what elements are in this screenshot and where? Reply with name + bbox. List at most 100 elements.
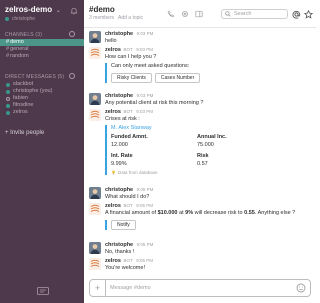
invite-people-link[interactable]: + Invite people bbox=[5, 130, 44, 136]
message-header: zelros BOT 9:03 PM bbox=[105, 109, 309, 115]
message-body: christophe 9:03 PM Any potential client … bbox=[105, 93, 309, 107]
message-body: christophe 9:05 PM No, thanks ! bbox=[105, 242, 309, 256]
dm-label: zelros bbox=[13, 109, 28, 115]
bell-icon[interactable] bbox=[70, 7, 78, 15]
main-pane: #demo 3 members Add a topic Search chris… bbox=[84, 0, 316, 303]
author-name[interactable]: christophe bbox=[105, 242, 133, 248]
channel-list: # demo # general # random bbox=[0, 39, 84, 60]
message-body: zelros BOT 9:03 PM How can I help you ? … bbox=[105, 47, 309, 83]
author-name[interactable]: zelros bbox=[105, 203, 121, 209]
avatar[interactable] bbox=[89, 93, 101, 105]
add-attachment-button[interactable]: + bbox=[90, 280, 106, 296]
channel-title[interactable]: #demo bbox=[89, 5, 115, 14]
avatar[interactable] bbox=[89, 47, 101, 59]
presence-icon bbox=[6, 89, 10, 94]
message-text: You're welcome! bbox=[105, 265, 145, 271]
slack-app: zelros-demo ⌄ christophe CHANNELS (3) # … bbox=[0, 0, 316, 303]
notify-button[interactable]: Notify bbox=[111, 220, 136, 230]
text-segment: A financial amount of bbox=[105, 210, 158, 216]
sidebar-item-christophe[interactable]: christophe (you) bbox=[0, 88, 84, 95]
timestamp[interactable]: 9:03 PM bbox=[137, 93, 154, 98]
sidebar-item-fitnsdine[interactable]: fitnsdine bbox=[0, 102, 84, 109]
mention-icon[interactable] bbox=[292, 10, 301, 19]
timestamp[interactable]: 9:05 PM bbox=[137, 187, 154, 192]
star-icon[interactable] bbox=[304, 10, 313, 19]
timestamp[interactable]: 9:05 PM bbox=[136, 203, 153, 208]
author-name[interactable]: zelros bbox=[105, 47, 121, 53]
bot-badge: BOT bbox=[123, 203, 133, 208]
timestamp[interactable]: 9:05 PM bbox=[137, 242, 154, 247]
dm-header[interactable]: DIRECT MESSAGES (5) bbox=[5, 73, 81, 80]
chevron-down-icon: ⌄ bbox=[55, 8, 61, 14]
sidebar-item-zelros[interactable]: zelros bbox=[0, 109, 84, 116]
sidebar-item-fabien[interactable]: fabien bbox=[0, 95, 84, 102]
message-text: How can I help you ? bbox=[105, 54, 157, 60]
timestamp[interactable]: 9:05 PM bbox=[136, 258, 153, 263]
message-header: christophe 9:03 PM bbox=[105, 93, 309, 99]
client-card: M. Alex Stanway Funded Amnt. Annual Inc.… bbox=[105, 125, 275, 175]
message-text: What should I do? bbox=[105, 194, 150, 200]
sidebar-item-demo[interactable]: # demo bbox=[0, 39, 84, 46]
author-name[interactable]: christophe bbox=[105, 93, 133, 99]
emoji-icon[interactable] bbox=[296, 283, 306, 293]
team-header[interactable]: zelros-demo ⌄ christophe bbox=[5, 5, 81, 27]
timestamp[interactable]: 9:03 PM bbox=[137, 31, 154, 36]
attachment-text: Can only meet asked questions: bbox=[111, 63, 190, 69]
avatar[interactable] bbox=[89, 242, 101, 254]
add-channel-icon[interactable] bbox=[69, 31, 75, 37]
channel-switcher-icon[interactable] bbox=[37, 287, 49, 295]
phone-icon[interactable] bbox=[167, 10, 175, 18]
message-header: zelros BOT 9:03 PM bbox=[105, 47, 309, 53]
member-count[interactable]: 3 members bbox=[89, 15, 114, 21]
author-name[interactable]: christophe bbox=[105, 187, 133, 193]
add-dm-icon[interactable] bbox=[69, 73, 75, 79]
search-input[interactable]: Search bbox=[221, 9, 288, 19]
bot-badge: BOT bbox=[123, 258, 133, 263]
timestamp[interactable]: 9:03 PM bbox=[136, 47, 153, 52]
avatar[interactable] bbox=[89, 203, 101, 215]
author-name[interactable]: zelros bbox=[105, 258, 121, 264]
avatar[interactable] bbox=[89, 109, 101, 121]
message-input[interactable]: Message #demo bbox=[106, 285, 296, 291]
dm-label: slackbot bbox=[13, 81, 34, 87]
attachment: Can only meet asked questions: Risky Cli… bbox=[105, 63, 309, 83]
message-text: hello bbox=[105, 38, 117, 44]
presence-icon bbox=[6, 110, 10, 115]
channel-topic[interactable]: Add a topic bbox=[118, 15, 143, 21]
gear-icon[interactable] bbox=[181, 10, 189, 18]
cases-number-button[interactable]: Cases Number bbox=[154, 73, 201, 83]
dm-label: christophe (you) bbox=[13, 88, 53, 94]
author-name[interactable]: zelros bbox=[105, 109, 121, 115]
message-body: zelros BOT 9:05 PM You're welcome! bbox=[105, 258, 309, 272]
search-icon bbox=[225, 11, 231, 17]
avatar[interactable] bbox=[89, 187, 101, 199]
sidebar-toggle-icon[interactable] bbox=[195, 10, 203, 18]
avatar[interactable] bbox=[89, 258, 101, 270]
bot-badge: BOT bbox=[123, 109, 133, 114]
channels-header[interactable]: CHANNELS (3) bbox=[5, 31, 81, 38]
message-body: zelros BOT 9:05 PM A financial amount of… bbox=[105, 203, 309, 230]
message-header: christophe 9:05 PM bbox=[105, 242, 309, 248]
presence-icon bbox=[6, 82, 10, 87]
presence-icon bbox=[6, 96, 10, 101]
amount-value: $10.000 bbox=[157, 210, 178, 216]
field-label: Annual Inc. bbox=[197, 134, 227, 140]
timestamp[interactable]: 9:03 PM bbox=[136, 109, 153, 114]
sidebar-item-slackbot[interactable]: slackbot bbox=[0, 81, 84, 88]
field-label: Funded Amnt. bbox=[111, 134, 148, 140]
sidebar-item-general[interactable]: # general bbox=[0, 46, 84, 53]
sidebar-item-random[interactable]: # random bbox=[0, 53, 84, 60]
risky-clients-button[interactable]: Risky Clients bbox=[111, 73, 152, 83]
client-fields: Funded Amnt. Annual Inc. 12.000 75.000 I… bbox=[111, 134, 275, 167]
client-name[interactable]: M. Alex Stanway bbox=[111, 125, 275, 131]
message-body: zelros BOT 9:03 PM Crises at risk : M. A… bbox=[105, 109, 309, 175]
author-name[interactable]: christophe bbox=[105, 31, 133, 37]
team-name: zelros-demo bbox=[5, 5, 53, 14]
avatar[interactable] bbox=[89, 31, 101, 43]
bot-badge: BOT bbox=[123, 47, 133, 52]
channel-label: random bbox=[10, 53, 29, 59]
message-composer: + Message #demo bbox=[89, 279, 311, 297]
card-footer: Data from database bbox=[111, 170, 275, 175]
channel-label: demo bbox=[10, 39, 24, 45]
search-placeholder: Search bbox=[234, 11, 252, 17]
